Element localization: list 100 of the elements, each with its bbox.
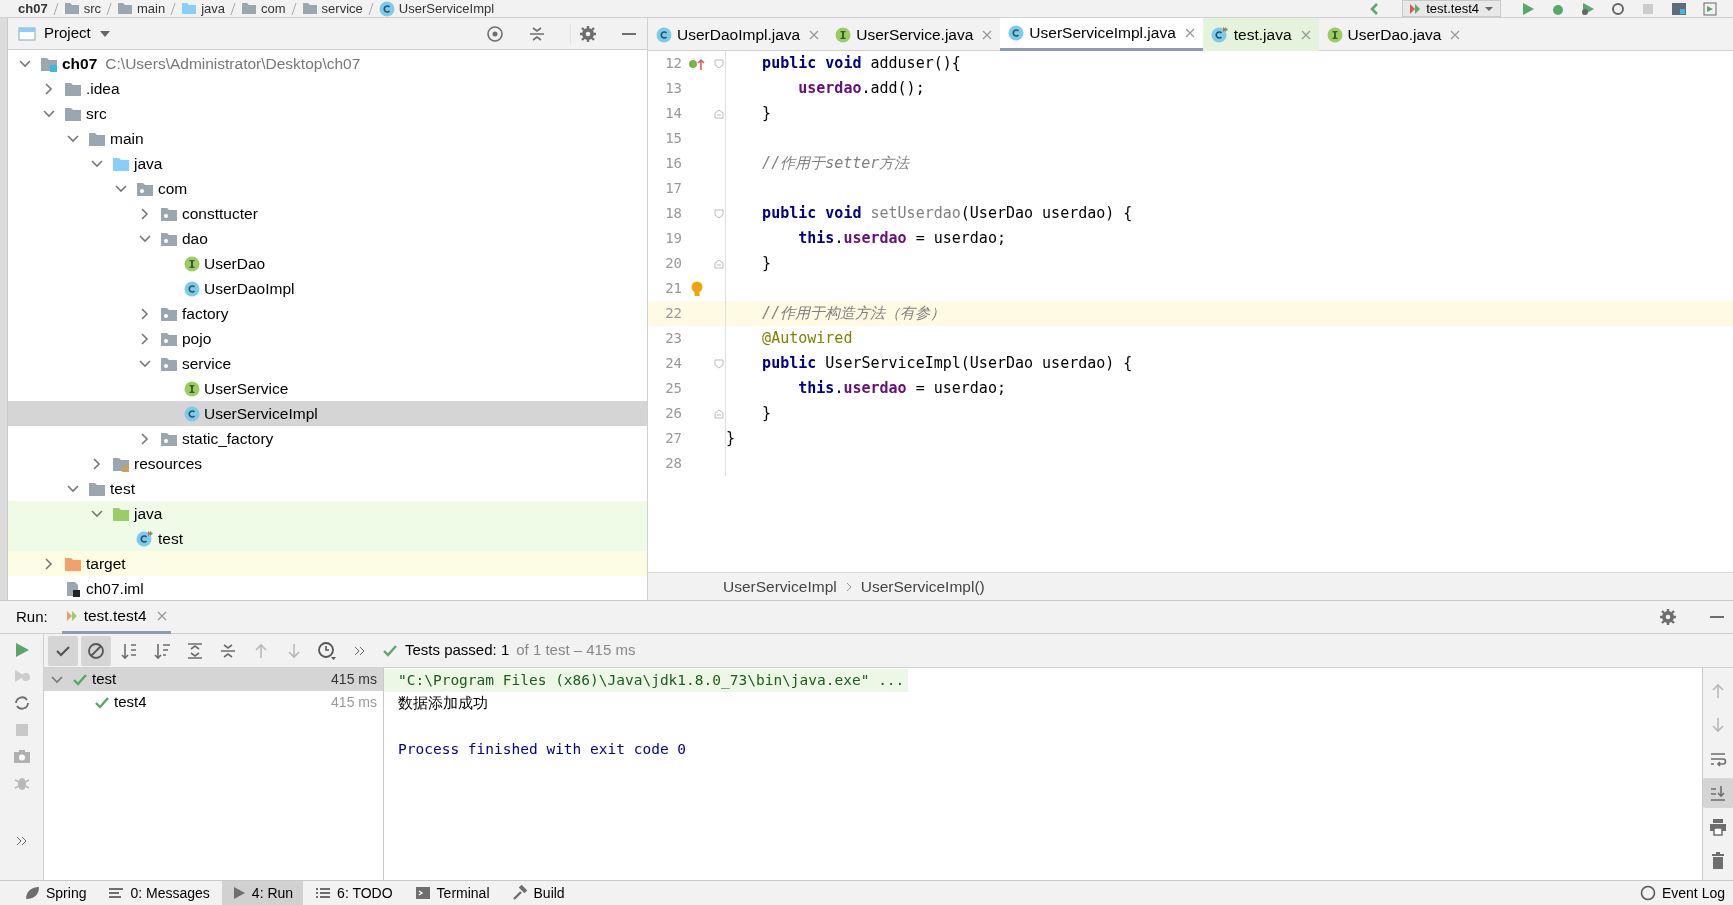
tool-window-button[interactable]: Terminal [404,880,500,905]
editor-tab[interactable]: UserDaoImpl.java [648,18,828,51]
line-number: 19 [664,229,682,248]
interface-icon [1326,26,1343,43]
line-number: 21 [664,279,682,298]
tree-item-label: src [86,103,107,124]
package-icon [160,205,178,222]
event-log-button[interactable]: Event Log [1633,881,1733,905]
leaf-icon [24,885,40,901]
tool-window-button[interactable]: 4: Run [221,880,304,905]
tree-item-label: static_factory [182,428,274,449]
separator-icon [366,1,375,16]
package-icon [160,430,178,447]
separator-icon [229,1,238,16]
breadcrumb-item[interactable]: UserServiceImpl [723,574,837,599]
test-config-icon [65,609,78,622]
line-number: 12 [664,54,682,73]
package-icon [160,305,178,322]
sort-alpha-icon [120,641,138,660]
arrow-down-icon [286,641,302,660]
line-number: 26 [664,404,682,423]
layout-icon[interactable] [1703,1,1717,16]
tree-item-label: resources [134,453,203,474]
toolbar-button[interactable] [81,635,111,666]
tree-item-label: service [182,353,232,374]
project-path: C:\Users\Administrator\Desktop\ch07 [105,53,361,74]
coverage-icon[interactable] [1581,1,1595,16]
breadcrumb-item[interactable]: src [83,0,101,19]
run-tab[interactable]: test.test4 [61,600,171,634]
close-icon[interactable] [1450,29,1461,40]
project-icon [18,25,36,42]
speech-bubble-icon [1639,885,1656,901]
code-line: //作用于构造方法（有参） [761,303,946,325]
close-icon[interactable] [809,29,820,40]
caret-icon[interactable] [98,28,111,39]
camera-icon[interactable] [12,748,31,764]
run-config-dropdown[interactable]: test.test4 [1402,0,1501,17]
resources-folder-icon [112,455,130,472]
run-icon[interactable] [1521,1,1535,16]
toolbar-button[interactable] [48,635,78,666]
profile-icon[interactable] [1611,1,1625,16]
panel-title[interactable]: Project [44,22,91,45]
test-name[interactable]: test4 [114,691,147,714]
editor-tab[interactable]: UserDao.java [1318,18,1469,51]
tool-window-button[interactable]: Spring [14,880,97,905]
breadcrumb-item[interactable]: UserServiceImpl() [860,574,985,599]
collapse-icon[interactable] [528,24,546,43]
folder-icon [181,2,198,15]
line-number: 23 [664,329,682,348]
line-number: 16 [664,154,682,173]
module-folder-icon [40,55,58,72]
close-icon[interactable] [156,610,167,621]
more-icon[interactable] [15,836,28,846]
editor-tab[interactable]: UserServiceImpl.java [1000,18,1203,51]
editor-tab[interactable]: UserService.java [827,18,1001,51]
folder-icon [64,555,82,572]
locate-icon[interactable] [486,24,504,43]
editor-tab[interactable]: test.java [1202,18,1319,51]
line-number: 22 [664,304,682,323]
code-line: } [761,103,772,125]
toggle-auto-test-icon[interactable] [12,694,31,712]
test-name[interactable]: test [92,668,117,691]
code-line: this.userdao = userdao; [797,228,1006,250]
arrow-up-icon [1710,682,1726,700]
folder-icon [301,2,318,15]
more-icon [354,645,366,656]
breadcrumb-item[interactable]: service [321,0,363,19]
breadcrumb-item[interactable]: java [201,0,226,19]
breadcrumb-item[interactable]: UserServiceImpl [398,0,495,19]
scroll-to-end-icon [1709,784,1727,802]
tool-window-button[interactable]: 6: TODO [305,880,403,905]
tree-item-label: ch07 [62,53,98,74]
run-icon[interactable] [13,642,30,658]
breadcrumb-item[interactable]: com [261,0,286,19]
tool-window-button[interactable]: Build [501,880,575,905]
tool-window-button[interactable]: 0: Messages [98,880,220,905]
tree-item-label: factory [182,303,229,324]
ignored-icon [87,641,105,660]
package-icon [160,230,178,247]
line-number: 14 [664,104,682,123]
implements-icon[interactable] [688,56,706,71]
tree-item-label: com [158,178,188,199]
tree-item-label: consttucter [182,203,258,224]
close-icon[interactable] [1184,28,1195,38]
package-icon [136,180,154,197]
module-file-icon [64,580,82,597]
structure-icon[interactable] [1671,1,1687,16]
folder-icon [63,2,80,15]
interface-icon [184,380,200,397]
close-icon[interactable] [982,29,993,40]
breadcrumb-item[interactable]: main [137,0,166,19]
settings-icon[interactable] [579,24,597,43]
class-icon [184,405,200,422]
close-icon[interactable] [1300,29,1311,40]
breadcrumb-item[interactable]: ch07 [18,0,48,19]
lightbulb-icon[interactable] [691,280,703,297]
sort-duration-icon [153,641,171,660]
settings-icon[interactable] [1659,608,1677,626]
tree-item-label: UserService [204,378,289,399]
arrow-up-icon [253,641,269,660]
